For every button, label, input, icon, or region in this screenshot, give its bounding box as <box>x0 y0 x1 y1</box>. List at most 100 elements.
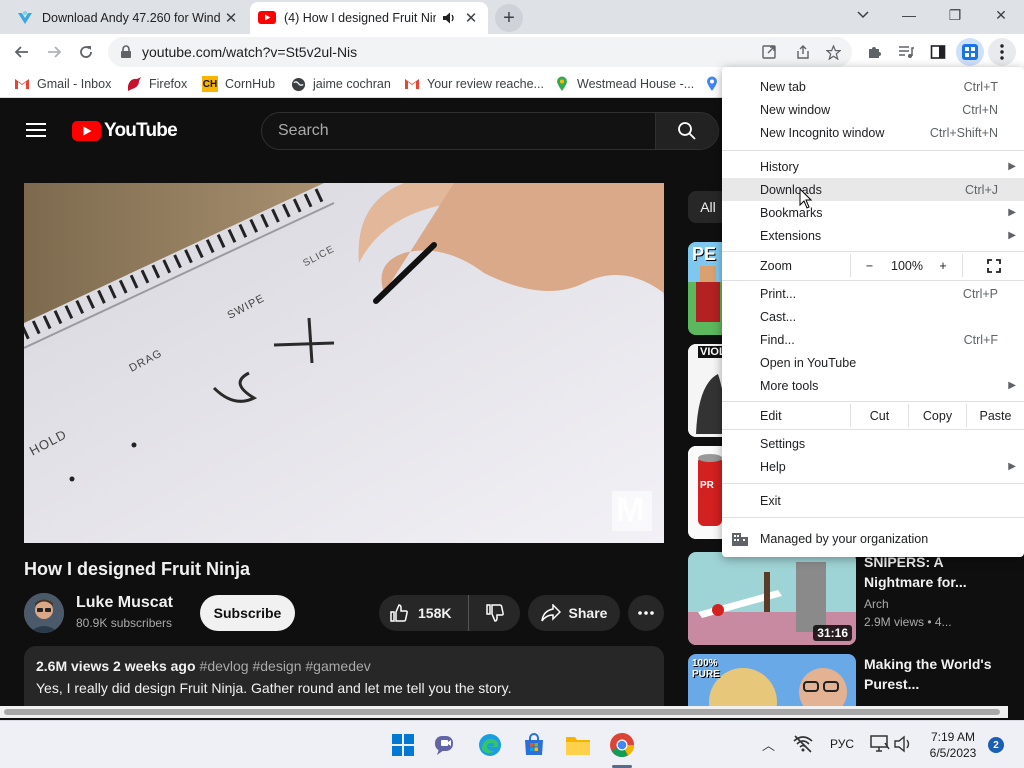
bookmark-gmail-inbox[interactable]: Gmail - Inbox <box>14 75 111 93</box>
bookmark-jaime-cochran[interactable]: jaime cochran <box>290 75 391 93</box>
close-tab-icon[interactable]: ✕ <box>222 9 240 27</box>
fullscreen-button[interactable] <box>962 254 1024 277</box>
menu-item-bookmarks[interactable]: Bookmarks ▶ <box>722 201 1024 224</box>
profile-avatar-icon[interactable] <box>956 38 984 66</box>
hashtags[interactable]: #devlog #design #gamedev <box>200 658 371 674</box>
chrome-taskbar-icon[interactable] <box>606 729 638 761</box>
recommended-title[interactable]: Making the World's Purest... <box>864 654 1014 694</box>
minimize-button[interactable]: — <box>886 0 932 30</box>
menu-separator <box>722 517 1024 518</box>
horizontal-scrollbar[interactable] <box>0 706 1008 718</box>
speaker-icon[interactable] <box>442 11 456 25</box>
display-monitor-icon[interactable] <box>870 735 890 753</box>
recommended-channel[interactable]: Arch <box>864 597 889 611</box>
maximize-button[interactable]: ❐ <box>932 0 978 30</box>
system-clock[interactable]: 7:19 AM 6/5/2023 <box>920 729 986 761</box>
menu-item-downloads[interactable]: Downloads Ctrl+J <box>722 178 1024 201</box>
menu-item-history[interactable]: History ▶ <box>722 155 1024 178</box>
address-bar[interactable]: youtube.com/watch?v=St5v2ul-Nis <box>108 37 852 67</box>
menu-item-settings[interactable]: Settings <box>722 432 1024 455</box>
bookmark-your-review[interactable]: Your review reache... <box>404 75 544 93</box>
new-tab-button[interactable]: + <box>495 4 523 32</box>
edge-browser-icon[interactable] <box>474 729 506 761</box>
submenu-arrow-icon: ▶ <box>1008 461 1016 472</box>
share-button[interactable]: Share <box>528 595 620 631</box>
speaker-volume-icon[interactable] <box>894 735 912 753</box>
menu-item-managed[interactable]: Managed by your organization <box>722 527 1024 550</box>
youtube-search-button[interactable] <box>655 112 719 150</box>
windows-taskbar: ︿ РУС 7:19 AM 6/5/2023 2 <box>0 720 1024 768</box>
cut-button[interactable]: Cut <box>850 404 908 427</box>
zoom-out-button[interactable]: − <box>850 254 888 277</box>
tab-youtube-fruit-ninja[interactable]: (4) How I designed Fruit Ninja ✕ <box>250 2 488 34</box>
scrollbar-thumb[interactable] <box>4 709 1000 715</box>
video-frame-image <box>24 183 664 543</box>
network-offline-icon[interactable] <box>793 735 813 753</box>
menu-item-more-tools[interactable]: More tools ▶ <box>722 374 1024 397</box>
copy-button[interactable]: Copy <box>908 404 966 427</box>
menu-item-find[interactable]: Find... Ctrl+F <box>722 328 1024 351</box>
microsoft-store-icon[interactable] <box>518 729 550 761</box>
tab-download-andy[interactable]: Download Andy 47.260 for Wind ✕ <box>8 2 248 34</box>
close-window-button[interactable]: ✕ <box>978 0 1024 30</box>
zoom-in-button[interactable]: + <box>926 254 960 277</box>
menu-item-new-tab[interactable]: New tab Ctrl+T <box>722 75 1024 98</box>
zoom-level: 100% <box>891 258 923 273</box>
hamburger-menu-icon[interactable] <box>26 122 46 138</box>
bookmark-star-icon[interactable] <box>824 43 842 61</box>
description-box[interactable]: 2.6M views 2 weeks ago #devlog #design #g… <box>24 646 664 706</box>
forward-button[interactable] <box>40 38 68 66</box>
tab-search-icon[interactable] <box>840 0 886 30</box>
youtube-search-input[interactable]: Search <box>261 112 656 150</box>
subscribe-button[interactable]: Subscribe <box>200 595 295 631</box>
menu-item-open-in-youtube[interactable]: Open in YouTube <box>722 351 1024 374</box>
menu-item-help[interactable]: Help ▶ <box>722 455 1024 478</box>
fullscreen-icon <box>986 258 1001 273</box>
channel-name[interactable]: Luke Muscat <box>76 594 173 612</box>
media-controls-icon[interactable] <box>892 38 920 66</box>
reload-button[interactable] <box>72 38 100 66</box>
chrome-menu-button[interactable] <box>988 38 1016 66</box>
back-button[interactable] <box>8 38 36 66</box>
channel-avatar[interactable] <box>24 593 64 633</box>
bookmark-westmead-house[interactable]: Westmead House -... <box>554 75 694 93</box>
menu-item-print[interactable]: Print... Ctrl+P <box>722 282 1024 305</box>
andy-favicon-icon <box>16 9 34 27</box>
side-panel-icon[interactable] <box>924 38 952 66</box>
menu-item-new-window[interactable]: New window Ctrl+N <box>722 98 1024 121</box>
input-language[interactable]: РУС <box>830 737 854 751</box>
extensions-puzzle-icon[interactable] <box>860 38 888 66</box>
dislike-button[interactable] <box>468 595 520 631</box>
menu-separator <box>722 150 1024 151</box>
menu-item-cast[interactable]: Cast... <box>722 305 1024 328</box>
share-page-icon[interactable] <box>794 43 812 61</box>
video-player[interactable]: HOLD DRAG SWIPE SLICE M <box>24 183 664 543</box>
paste-button[interactable]: Paste <box>966 404 1024 427</box>
bookmark-firefox[interactable]: Firefox <box>126 75 187 93</box>
menu-separator <box>722 483 1024 484</box>
menu-item-exit[interactable]: Exit <box>722 489 1024 512</box>
more-actions-button[interactable] <box>628 595 664 631</box>
open-in-app-icon[interactable] <box>760 43 778 61</box>
video-duration: 31:16 <box>813 625 852 641</box>
recommended-title[interactable]: SNIPERS: A Nightmare for... <box>864 552 1014 592</box>
notification-count-badge[interactable]: 2 <box>988 737 1004 753</box>
windows-start-icon[interactable] <box>387 729 419 761</box>
menu-separator <box>722 251 1024 252</box>
teams-chat-icon[interactable] <box>430 729 462 761</box>
bookmark-cornhub[interactable]: CH CornHub <box>202 75 275 93</box>
share-arrow-icon <box>540 604 561 622</box>
file-explorer-icon[interactable] <box>562 729 594 761</box>
menu-item-edit: Edit Cut Copy Paste <box>722 404 1024 427</box>
recommended-thumbnail[interactable]: 100% PURE <box>688 654 856 706</box>
menu-item-new-incognito-window[interactable]: New Incognito window Ctrl+Shift+N <box>722 121 1024 144</box>
recommended-thumbnail[interactable]: 31:16 <box>688 552 856 645</box>
close-tab-icon[interactable]: ✕ <box>462 9 480 27</box>
show-hidden-icons-chevron[interactable]: ︿ <box>762 735 775 754</box>
red-bird-icon <box>126 76 142 92</box>
menu-separator <box>722 429 1024 430</box>
like-button[interactable]: 158K <box>379 595 467 631</box>
menu-item-extensions[interactable]: Extensions ▶ <box>722 224 1024 247</box>
lock-icon[interactable] <box>117 43 135 61</box>
youtube-logo[interactable]: YouTube <box>72 120 178 142</box>
